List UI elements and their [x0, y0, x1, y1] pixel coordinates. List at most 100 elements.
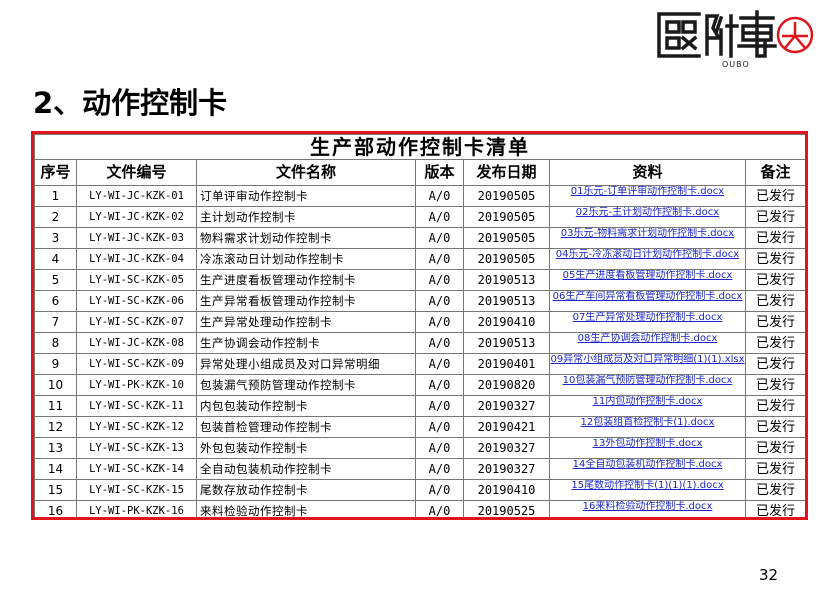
attachment-link[interactable]: 04乐元-冷冻滚动日计划动作控制卡.docx [549, 248, 746, 270]
attachment-link[interactable]: 11内包动作控制卡.docx [549, 395, 746, 417]
file-code: LY-WI-SC-KZK-14 [76, 458, 197, 480]
file-name: 内包包装动作控制卡 [196, 395, 416, 417]
table-row: 3 LY-WI-JC-KZK-03 物料需求计划动作控制卡 A/0 20190505 03… [34, 227, 805, 249]
header-release-date: 发布日期 [463, 159, 550, 186]
status-remark: 已发行 [744, 437, 805, 459]
header-file-name: 文件名称 [196, 159, 416, 186]
status-remark: 已发行 [744, 269, 805, 291]
row-index: 2 [34, 206, 77, 228]
file-code: LY-WI-SC-KZK-15 [76, 479, 197, 501]
status-remark: 已发行 [744, 479, 805, 501]
release-date: 20190820 [463, 374, 550, 396]
status-remark: 已发行 [744, 185, 805, 207]
release-date: 20190505 [463, 185, 550, 207]
attachment-link[interactable]: 10包装漏气预防管理动作控制卡.docx [549, 374, 746, 396]
file-code: LY-WI-SC-KZK-07 [76, 311, 197, 333]
row-index: 12 [34, 416, 77, 438]
attachment-link[interactable]: 05生产进度看板管理动作控制卡.docx [549, 269, 746, 291]
row-index: 9 [34, 353, 77, 375]
version: A/0 [415, 437, 464, 459]
attachment-link[interactable]: 13外包动作控制卡.docx [549, 437, 746, 459]
control-card-table: 生产部动作控制卡清单 序号 文件编号 文件名称 版本 发布日期 资料 备注 1 LY-WI-J… [34, 134, 805, 517]
version: A/0 [415, 227, 464, 249]
status-remark: 已发行 [744, 458, 805, 480]
file-code: LY-WI-PK-KZK-10 [76, 374, 197, 396]
status-remark: 已发行 [744, 332, 805, 354]
release-date: 20190505 [463, 206, 550, 228]
table-row: 10 LY-WI-PK-KZK-10 包装漏气预防管理动作控制卡 A/0 2019082… [34, 374, 805, 396]
release-date: 20190421 [463, 416, 550, 438]
release-date: 20190513 [463, 332, 550, 354]
file-code: LY-WI-JC-KZK-03 [76, 227, 197, 249]
attachment-link[interactable]: 12包装组首检控制卡(1).docx [549, 416, 746, 438]
table-title: 生产部动作控制卡清单 [34, 134, 805, 160]
file-name: 全自动包装机动作控制卡 [196, 458, 416, 480]
status-remark: 已发行 [744, 416, 805, 438]
table-row: 5 LY-WI-SC-KZK-05 生产进度看板管理动作控制卡 A/0 20190513… [34, 269, 805, 291]
file-code: LY-WI-SC-KZK-11 [76, 395, 197, 417]
file-name: 包装漏气预防管理动作控制卡 [196, 374, 416, 396]
table-row: 12 LY-WI-SC-KZK-12 包装首检管理动作控制卡 A/0 20190421 1… [34, 416, 805, 438]
attachment-link[interactable]: 03乐元-物料需求计划动作控制卡.docx [549, 227, 746, 249]
version: A/0 [415, 248, 464, 270]
status-remark: 已发行 [744, 227, 805, 249]
file-name: 生产协调会动作控制卡 [196, 332, 416, 354]
table-row: 15 LY-WI-SC-KZK-15 尾数存放动作控制卡 A/0 20190410 15尾… [34, 479, 805, 501]
attachment-link[interactable]: 07生产异常处理动作控制卡.docx [549, 311, 746, 333]
file-code: LY-WI-JC-KZK-08 [76, 332, 197, 354]
row-index: 8 [34, 332, 77, 354]
row-index: 10 [34, 374, 77, 396]
file-name: 异常处理小组成员及对口异常明细 [196, 353, 416, 375]
file-name: 生产异常处理动作控制卡 [196, 311, 416, 333]
header-file-code: 文件编号 [76, 159, 197, 186]
attachment-link[interactable]: 09异常小组成员及对口异常明细(1)(1).xlsx [549, 353, 746, 375]
version: A/0 [415, 416, 464, 438]
row-index: 7 [34, 311, 77, 333]
row-index: 15 [34, 479, 77, 501]
attachment-link[interactable]: 15尾数动作控制卡(1)(1)(1).docx [549, 479, 746, 501]
release-date: 20190401 [463, 353, 550, 375]
table-row: 1 LY-WI-JC-KZK-01 订单评审动作控制卡 A/0 20190505 01乐元… [34, 185, 805, 207]
row-index: 16 [34, 500, 77, 517]
release-date: 20190327 [463, 437, 550, 459]
status-remark: 已发行 [744, 374, 805, 396]
table-row: 13 LY-WI-SC-KZK-13 外包包装动作控制卡 A/0 20190327 13外… [34, 437, 805, 459]
file-name: 包装首检管理动作控制卡 [196, 416, 416, 438]
header-attachment: 资料 [549, 159, 746, 186]
attachment-link[interactable]: 14全自动包装机动作控制卡.docx [549, 458, 746, 480]
attachment-link[interactable]: 16来料检验动作控制卡.docx [549, 500, 746, 517]
version: A/0 [415, 332, 464, 354]
file-code: LY-WI-JC-KZK-04 [76, 248, 197, 270]
file-code: LY-WI-SC-KZK-13 [76, 437, 197, 459]
status-remark: 已发行 [744, 353, 805, 375]
version: A/0 [415, 500, 464, 517]
version: A/0 [415, 206, 464, 228]
file-code: LY-WI-JC-KZK-02 [76, 206, 197, 228]
attachment-link[interactable]: 01乐元-订单评审动作控制卡.docx [549, 185, 746, 207]
attachment-link[interactable]: 06生产车间异常看板管理动作控制卡.docx [549, 290, 746, 312]
file-name: 外包包装动作控制卡 [196, 437, 416, 459]
version: A/0 [415, 374, 464, 396]
version: A/0 [415, 353, 464, 375]
file-code: LY-WI-SC-KZK-09 [76, 353, 197, 375]
file-name: 生产异常看板管理动作控制卡 [196, 290, 416, 312]
table-body: 1 LY-WI-JC-KZK-01 订单评审动作控制卡 A/0 20190505 01乐元… [34, 185, 805, 517]
file-name: 来料检验动作控制卡 [196, 500, 416, 517]
file-code: LY-WI-PK-KZK-16 [76, 500, 197, 517]
file-name: 尾数存放动作控制卡 [196, 479, 416, 501]
table-row: 7 LY-WI-SC-KZK-07 生产异常处理动作控制卡 A/0 20190410 07… [34, 311, 805, 333]
row-index: 4 [34, 248, 77, 270]
attachment-link[interactable]: 02乐元-主计划动作控制卡.docx [549, 206, 746, 228]
table-row: 6 LY-WI-SC-KZK-06 生产异常看板管理动作控制卡 A/0 20190513… [34, 290, 805, 312]
row-index: 3 [34, 227, 77, 249]
table-row: 9 LY-WI-SC-KZK-09 异常处理小组成员及对口异常明细 A/0 201904… [34, 353, 805, 375]
attachment-link[interactable]: 08生产协调会动作控制卡.docx [549, 332, 746, 354]
file-code: LY-WI-SC-KZK-05 [76, 269, 197, 291]
table-row: 4 LY-WI-JC-KZK-04 冷冻滚动日计划动作控制卡 A/0 20190505 0… [34, 248, 805, 270]
status-remark: 已发行 [744, 248, 805, 270]
release-date: 20190410 [463, 479, 550, 501]
status-remark: 已发行 [744, 500, 805, 517]
row-index: 13 [34, 437, 77, 459]
version: A/0 [415, 479, 464, 501]
release-date: 20190410 [463, 311, 550, 333]
